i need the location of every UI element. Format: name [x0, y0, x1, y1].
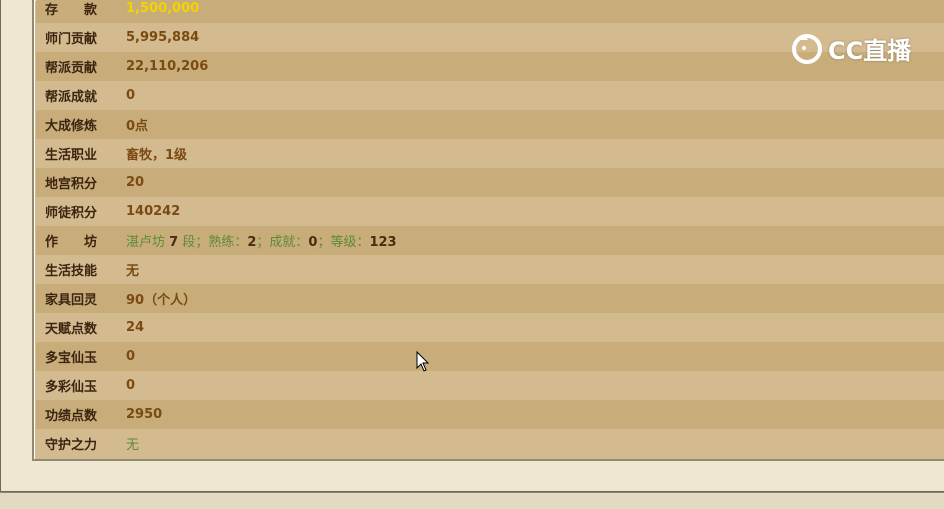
workshop-achievement-label: ；成就：	[256, 235, 309, 250]
row-label: 功绩点数	[45, 409, 98, 424]
row-label: 生活技能	[45, 264, 98, 279]
table-row: 生活职业 畜牧，1级	[36, 139, 944, 168]
guard-value: 无	[126, 438, 140, 453]
row-label: 多宝仙玉	[45, 351, 98, 366]
table-row: 作坊 湛卢坊 7 段；熟练：2；成就：0；等级：123	[36, 226, 944, 255]
workshop-proficiency-label: 段；熟练：	[178, 235, 248, 250]
row-value: 5,995,884	[126, 30, 200, 45]
bottom-strip	[0, 492, 944, 509]
row-label: 地宫积分	[45, 177, 98, 192]
table-row: 多宝仙玉 0	[36, 342, 944, 371]
table-row: 守护之力 无	[36, 429, 944, 458]
row-value: 24	[126, 320, 145, 335]
row-label: 师门贡献	[45, 32, 98, 47]
row-label: 生活职业	[45, 148, 98, 163]
table-row: 地宫积分 20	[36, 168, 944, 197]
row-label: 多彩仙玉	[45, 380, 98, 395]
table-row: 大成修炼 0点	[36, 110, 944, 139]
row-value: 2950	[126, 407, 163, 422]
workshop-tier: 7	[169, 235, 179, 250]
row-label: 天赋点数	[45, 322, 98, 337]
row-label: 守护之力	[45, 438, 98, 453]
row-value: 0	[126, 378, 136, 393]
row-value: 无	[126, 264, 140, 279]
row-value-workshop: 湛卢坊 7 段；熟练：2；成就：0；等级：123	[126, 231, 397, 250]
row-label: 师徒积分	[45, 206, 98, 221]
info-table: 存款 1,500,000 师门贡献 5,995,884 帮派贡献 22,110,…	[36, 0, 944, 458]
table-row: 生活技能 无	[36, 255, 944, 284]
row-value-deposit: 1,500,000	[126, 1, 200, 16]
workshop-name: 湛卢坊	[126, 235, 170, 250]
row-value: 无	[126, 434, 139, 453]
table-row: 多彩仙玉 0	[36, 371, 944, 400]
row-value: 畜牧，1级	[126, 148, 188, 163]
row-label: 帮派贡献	[45, 61, 98, 76]
row-label-workshop: 作坊	[45, 235, 124, 250]
table-row: 师徒积分 140242	[36, 197, 944, 226]
row-value: 90（个人）	[126, 293, 197, 308]
cc-live-watermark: CC直播	[790, 30, 911, 66]
row-value: 22,110,206	[126, 59, 209, 74]
table-row: 功绩点数 2950	[36, 400, 944, 429]
table-row: 帮派成就 0	[36, 81, 944, 110]
row-label-deposit: 存款	[45, 3, 124, 18]
cc-logo-icon	[792, 34, 822, 64]
row-label: 大成修炼	[45, 119, 98, 134]
row-value: 0点	[126, 119, 149, 134]
mouse-cursor-icon	[416, 351, 430, 372]
workshop-level: 123	[369, 235, 397, 250]
table-row: 家具回灵 90（个人）	[36, 284, 944, 313]
row-value: 0	[126, 88, 136, 103]
watermark-text: CC直播	[828, 36, 912, 65]
row-value: 140242	[126, 204, 181, 219]
row-label: 帮派成就	[45, 90, 98, 105]
table-row: 存款 1,500,000	[36, 0, 944, 23]
workshop-level-label: ；等级：	[317, 235, 370, 250]
table-row: 天赋点数 24	[36, 313, 944, 342]
row-value: 20	[126, 175, 145, 190]
row-label: 家具回灵	[45, 293, 98, 308]
row-value: 0	[126, 349, 136, 364]
